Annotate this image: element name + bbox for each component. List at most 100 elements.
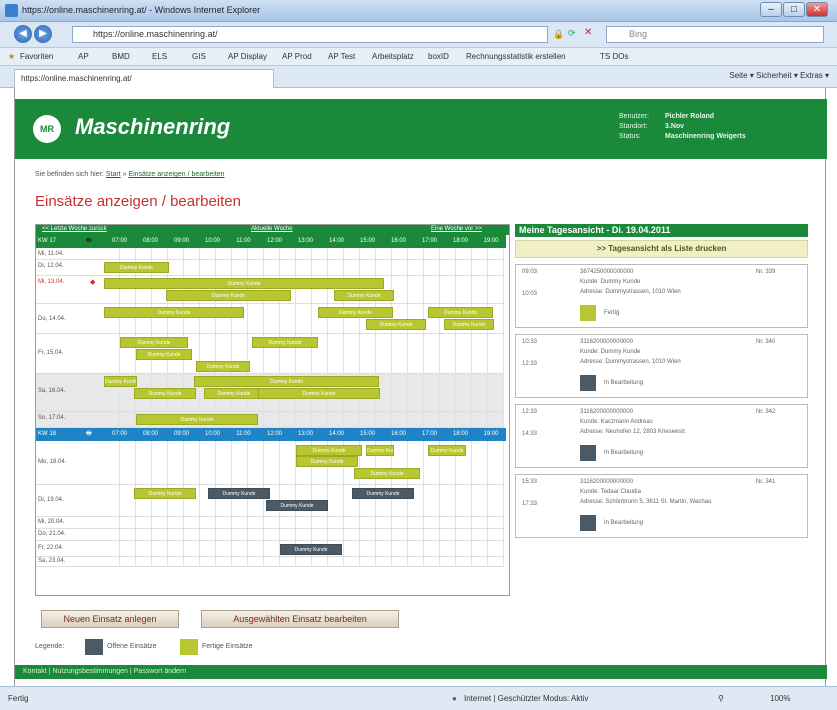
- ie-icon: [5, 4, 18, 17]
- day-row[interactable]: Di, 12.04. Dummy Kunde: [36, 260, 504, 276]
- event-block[interactable]: Dummy Kunde: [366, 445, 394, 456]
- appointment-card[interactable]: 15:33 17:33 3116200000000000 Nr. 341 Kun…: [515, 474, 808, 538]
- breadcrumb-start-link[interactable]: Start: [106, 171, 121, 178]
- event-block[interactable]: Dummy Kunde: [134, 488, 196, 499]
- day-row[interactable]: Do, 14.04. Dummy Kunde Dummy Kunde Dummy…: [36, 304, 504, 334]
- maximize-button[interactable]: □: [783, 2, 805, 17]
- calendar-scrollbar[interactable]: [509, 247, 510, 596]
- fav-item-rechnungsstatistik[interactable]: Rechnungsstatistik erstellen: [466, 52, 566, 61]
- next-week-link[interactable]: Eine Woche vor >>: [431, 226, 482, 232]
- event-block[interactable]: Dummy Kunde: [166, 290, 291, 301]
- event-block[interactable]: Dummy Kunde: [204, 388, 264, 399]
- appointment-card[interactable]: 10:33 12:33 3116200000000000 Nr. 340 Kun…: [515, 334, 808, 398]
- day-row[interactable]: Do, 21.04.: [36, 529, 504, 541]
- day-row[interactable]: Fr, 22.04. Dummy Kunde: [36, 541, 504, 557]
- day-row[interactable]: Sa, 23.04.: [36, 557, 504, 567]
- event-block[interactable]: Dummy Kunde: [366, 319, 426, 330]
- prev-week-link[interactable]: << Letzte Woche zurück: [42, 226, 107, 232]
- current-week-link[interactable]: Aktuelle Woche: [251, 226, 293, 232]
- browser-tab[interactable]: https://online.maschinenring.at/: [14, 69, 274, 88]
- stop-icon[interactable]: ✕: [584, 27, 592, 38]
- event-block[interactable]: Dummy Kunde: [136, 414, 258, 425]
- day-row[interactable]: Mo, 18.04. Dummy Kunde Dummy Kunde Dummy…: [36, 441, 504, 485]
- legend-open-swatch: [85, 639, 103, 655]
- fav-item-arbeitsplatz[interactable]: Arbeitsplatz: [372, 52, 414, 61]
- day-label: So, 17.04.: [38, 415, 66, 421]
- url-input[interactable]: https://online.maschinenring.at/: [72, 26, 548, 43]
- tab-bar: https://online.maschinenring.at/ Seite ▾…: [0, 66, 837, 88]
- fav-item-gis[interactable]: GIS: [192, 52, 206, 61]
- favorites-star-icon[interactable]: ★: [8, 52, 15, 61]
- forward-icon[interactable]: ▶: [34, 25, 52, 43]
- print-day-view-button[interactable]: >> Tagesansicht als Liste drucken: [515, 240, 808, 258]
- window-title: https://online.maschinenring.at/ - Windo…: [22, 5, 261, 15]
- fav-item-ts-dos[interactable]: TS DOs: [600, 52, 628, 61]
- fav-item-ap-display[interactable]: AP Display: [228, 52, 267, 61]
- lock-icon[interactable]: 🔒: [553, 29, 564, 40]
- search-input[interactable]: Bing: [606, 26, 824, 43]
- event-block[interactable]: Dummy Kunde: [104, 278, 384, 289]
- event-block[interactable]: Dummy Kunde: [428, 445, 466, 456]
- event-block[interactable]: Dummy Kunde: [208, 488, 270, 499]
- day-row[interactable]: Di, 19.04. Dummy Kunde Dummy Kunde Dummy…: [36, 485, 504, 517]
- new-assignment-button[interactable]: Neuen Einsatz anlegen: [41, 610, 179, 628]
- card-start-time: 12:33: [522, 409, 538, 415]
- fav-item-bmd[interactable]: BMD: [112, 52, 130, 61]
- back-icon[interactable]: ◀: [14, 25, 32, 43]
- event-block[interactable]: Dummy Kunde: [354, 468, 420, 479]
- event-block[interactable]: Dummy Kunde: [134, 388, 196, 399]
- event-block[interactable]: Dummy Kunde: [428, 307, 493, 318]
- fav-item-boxid[interactable]: boxID: [428, 52, 449, 61]
- card-status-swatch: [580, 445, 596, 461]
- minimize-button[interactable]: –: [760, 2, 782, 17]
- fav-item-ap[interactable]: AP: [78, 52, 89, 61]
- event-block[interactable]: Dummy Kunde: [334, 290, 394, 301]
- fav-item-ap-prod[interactable]: AP Prod: [282, 52, 312, 61]
- status-bar: Fertig ● Internet | Geschützter Modus: A…: [0, 686, 837, 710]
- event-block[interactable]: Dummy Kunde: [196, 361, 250, 372]
- event-block[interactable]: Dummy Kunde: [104, 307, 244, 318]
- zoom-level[interactable]: 100%: [770, 694, 790, 703]
- event-block[interactable]: Dummy Kunde: [352, 488, 414, 499]
- event-block[interactable]: Dummy Kunde: [252, 337, 318, 348]
- maschinenring-logo-icon[interactable]: MR: [33, 115, 61, 143]
- event-block[interactable]: Dummy Kunde: [266, 500, 328, 511]
- hour-label: 08:00: [142, 238, 158, 244]
- site-footer[interactable]: Kontakt | Nutzungsbestimmungen | Passwor…: [15, 665, 827, 679]
- favorites-label[interactable]: Favoriten: [20, 52, 53, 61]
- hour-label: 10:00: [204, 238, 220, 244]
- appointment-card[interactable]: 09:03 10:03 3874250000000000 Nr. 339 Kun…: [515, 264, 808, 328]
- day-row[interactable]: Mi, 20.04.: [36, 517, 504, 529]
- card-customer: Kunde: Dummy Kunde: [580, 349, 641, 355]
- event-block[interactable]: Dummy Kunde: [318, 307, 393, 318]
- command-bar[interactable]: Seite ▾ Sicherheit ▾ Extras ▾: [729, 71, 829, 80]
- day-row-weekend[interactable]: Sa, 16.04. Dummy Kunde Dummy Kunde Dummy…: [36, 374, 504, 412]
- fav-item-els[interactable]: ELS: [152, 52, 167, 61]
- event-block[interactable]: Dummy Kunde: [296, 456, 358, 467]
- edit-assignment-button[interactable]: Ausgewählten Einsatz bearbeiten: [201, 610, 399, 628]
- day-row[interactable]: Fr, 15.04. Dummy Kunde Dummy Kunde Dummy…: [36, 334, 504, 374]
- event-block[interactable]: Dummy Kunde: [104, 376, 137, 387]
- event-block[interactable]: Dummy Kunde: [136, 349, 192, 360]
- brand-title[interactable]: Maschinenring: [75, 114, 230, 140]
- print-icon[interactable]: 🖶: [86, 428, 92, 441]
- fav-item-ap-test[interactable]: AP Test: [328, 52, 355, 61]
- refresh-icon[interactable]: ⟳: [568, 28, 576, 39]
- day-row-today[interactable]: Mi, 13.04. ◆ Dummy Kunde Dummy Kunde Dumm…: [36, 276, 504, 304]
- breadcrumb-current-link[interactable]: Einsätze anzeigen / bearbeiten: [128, 171, 224, 178]
- event-block[interactable]: Dummy Kunde: [280, 544, 342, 555]
- event-block[interactable]: Dummy Kunde: [194, 376, 379, 387]
- print-icon[interactable]: 🖶: [86, 235, 92, 248]
- event-block[interactable]: Dummy Kunde: [444, 319, 494, 330]
- close-button[interactable]: ✕: [806, 2, 828, 17]
- legend-done-swatch: [180, 639, 198, 655]
- security-zone[interactable]: Internet | Geschützter Modus: Aktiv: [464, 694, 588, 703]
- zoom-icon[interactable]: ⚲: [718, 694, 724, 703]
- event-block[interactable]: Dummy Kunde: [120, 337, 188, 348]
- day-row-weekend[interactable]: So, 17.04. Dummy Kunde: [36, 412, 504, 428]
- event-block[interactable]: Dummy Kunde: [296, 445, 362, 456]
- event-block[interactable]: Dummy Kunde: [104, 262, 169, 273]
- appointment-card[interactable]: 12:33 14:33 3116200000000000 Nr. 342 Kun…: [515, 404, 808, 468]
- event-block[interactable]: Dummy Kunde: [258, 388, 380, 399]
- day-row[interactable]: Mi, 11.04.: [36, 248, 504, 260]
